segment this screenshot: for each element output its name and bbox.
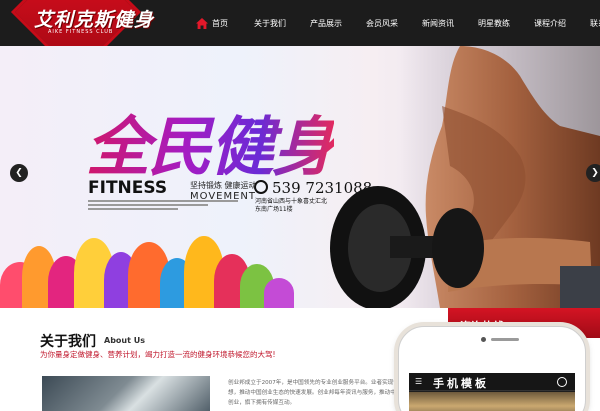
about-subtitle: 为你量身定做健身、营养计划，竭力打造一流的健身环境恭候您的大驾! — [40, 350, 276, 359]
carousel-prev-button[interactable]: ❮ — [10, 164, 28, 182]
home-icon — [196, 17, 208, 29]
phone-camera — [481, 337, 486, 342]
phone-screen: ☰ 手机模板 — [409, 373, 575, 411]
mobile-title: 手机模板 — [433, 377, 489, 390]
user-icon[interactable] — [557, 377, 567, 387]
about-title-en: About Us — [104, 336, 145, 345]
nav-item-label: 会员风采 — [366, 18, 398, 28]
chevron-left-icon: ❮ — [15, 168, 23, 178]
logo[interactable]: 艾利克斯健身 AIKE FITNESS CLUB — [34, 3, 162, 39]
mobile-header: ☰ 手机模板 — [409, 373, 575, 391]
nav-item-home[interactable]: 首页 — [184, 0, 242, 46]
crowd-illustration — [0, 232, 300, 308]
banner-address: 河南省山西与十象喜丈汇北 东南广场11楼 — [255, 198, 327, 214]
menu-icon[interactable]: ☰ — [415, 377, 422, 386]
nav-item-label: 关于我们 — [254, 18, 286, 28]
hero-banner: 全民健身 FITNESS 坚持锻炼 健康运动 MOVEMENT 539 7231… — [0, 46, 600, 308]
page: 艾利克斯健身 AIKE FITNESS CLUB 首页 关于我们 产品展示 会员… — [0, 0, 600, 411]
nav-item-coaches[interactable]: 明星教练 — [466, 0, 522, 46]
nav-item-label: 产品展示 — [310, 18, 342, 28]
banner-address-line: 东南广场11楼 — [255, 206, 293, 213]
phone-speaker — [491, 338, 519, 341]
nav-item-label: 联系我们 — [590, 18, 600, 28]
nav-item-label: 新闻资讯 — [422, 18, 454, 28]
nav-item-about[interactable]: 关于我们 — [242, 0, 298, 46]
banner-address-line: 河南省山西与十象喜丈汇北 — [255, 198, 328, 205]
banner-fine-print — [88, 200, 238, 214]
nav-item-courses[interactable]: 课程介绍 — [522, 0, 578, 46]
header: 艾利克斯健身 AIKE FITNESS CLUB 首页 关于我们 产品展示 会员… — [0, 0, 600, 78]
logo-subtext: AIKE FITNESS CLUB — [48, 29, 114, 35]
nav-item-label: 明星教练 — [478, 18, 510, 28]
main-nav: 首页 关于我们 产品展示 会员风采 新闻资讯 明星教练 课程介绍 联系我们 — [184, 0, 600, 46]
banner-title: 全民健身 — [86, 96, 336, 188]
about-image — [42, 376, 210, 411]
phone-icon — [254, 180, 268, 194]
chevron-right-icon: ❯ — [591, 168, 599, 178]
nav-item-members[interactable]: 会员风采 — [354, 0, 410, 46]
carousel-next-button[interactable]: ❯ — [586, 164, 600, 182]
nav-item-label: 课程介绍 — [534, 18, 566, 28]
nav-item-contact[interactable]: 联系我们 — [578, 0, 600, 46]
phone-mockup: ☰ 手机模板 — [398, 326, 586, 411]
nav-item-label: 首页 — [212, 18, 228, 28]
athlete-image — [330, 46, 600, 308]
nav-item-products[interactable]: 产品展示 — [298, 0, 354, 46]
banner-slogan: 坚持锻炼 健康运动 — [190, 181, 257, 190]
banner-fitness-label: FITNESS — [88, 178, 168, 198]
logo-text: 艾利克斯健身 — [34, 9, 155, 31]
about-title: 关于我们 — [40, 334, 96, 350]
nav-item-news[interactable]: 新闻资讯 — [410, 0, 466, 46]
mobile-banner-image — [409, 392, 575, 411]
about-text: 创业邦成立于2007年，是中国领先的专业创业服务平台。业者实现创业梦想，推动中国… — [228, 380, 413, 406]
